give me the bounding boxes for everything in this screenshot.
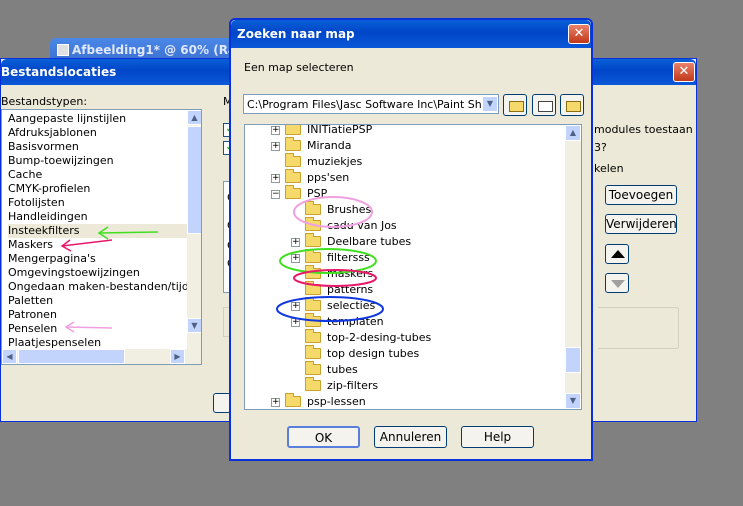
tree-annotation-overlay [276,196,384,322]
blue-ellipse [276,296,384,322]
pink-ellipse [293,196,373,228]
